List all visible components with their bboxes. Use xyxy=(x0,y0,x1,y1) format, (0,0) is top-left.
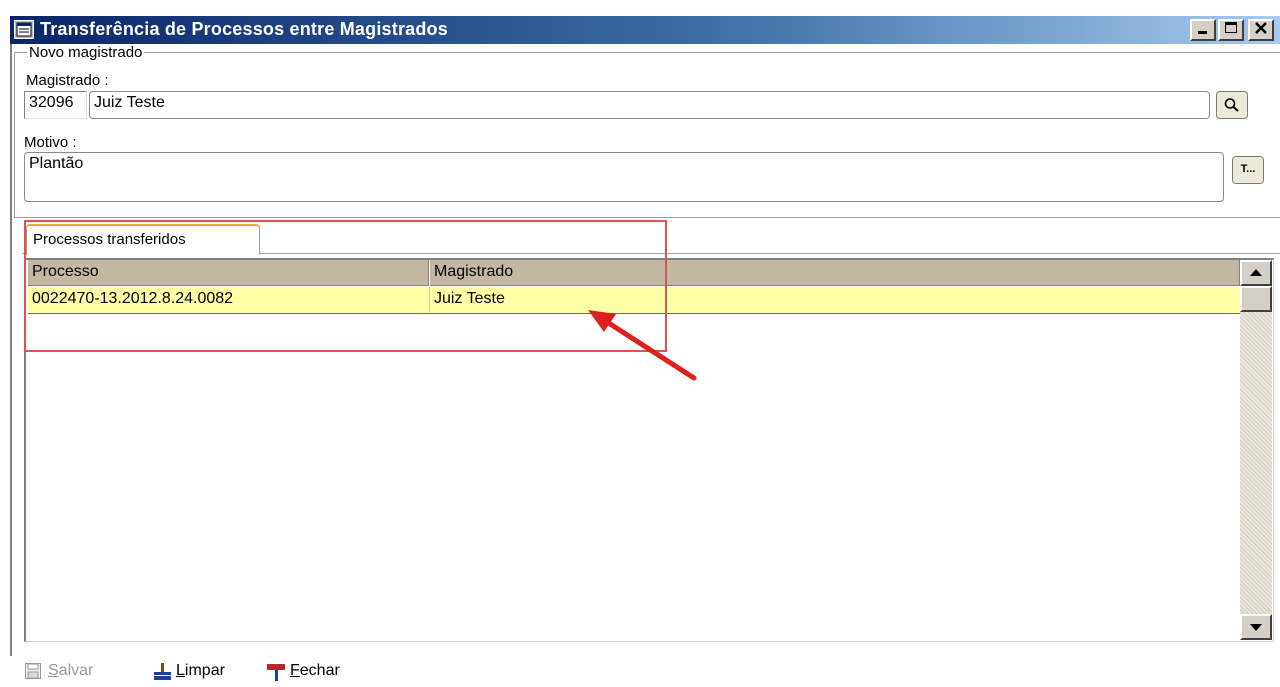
scroll-up-button[interactable] xyxy=(1240,260,1272,286)
text-editor-button[interactable]: T... xyxy=(1232,156,1264,184)
magistrado-name-field[interactable]: Juiz Teste xyxy=(89,91,1210,119)
window-title: Transferência de Processos entre Magistr… xyxy=(40,19,448,39)
motivo-label: Motivo : xyxy=(24,134,77,151)
magistrado-label: Magistrado : xyxy=(26,72,109,89)
scroll-down-button[interactable] xyxy=(1240,614,1272,640)
vertical-scrollbar[interactable] xyxy=(1240,260,1272,640)
close-button[interactable]: Fechar xyxy=(266,662,340,687)
save-label: Salvar xyxy=(48,662,94,679)
broom-icon xyxy=(154,663,171,680)
floppy-disk-icon xyxy=(25,663,41,679)
scroll-thumb[interactable] xyxy=(1240,286,1272,312)
close-icon xyxy=(1255,22,1267,34)
save-button[interactable]: Salvar xyxy=(24,662,93,685)
minimize-button[interactable] xyxy=(1190,19,1216,41)
close-label: Fechar xyxy=(290,662,340,679)
magistrado-code-field[interactable]: 32096 xyxy=(24,91,87,119)
annotation-highlight-box xyxy=(24,220,667,352)
app-window-icon xyxy=(14,20,34,39)
maximize-button[interactable] xyxy=(1218,19,1244,41)
magnifier-icon xyxy=(1224,98,1239,112)
arrow-down-icon xyxy=(1250,624,1262,631)
exit-sign-icon xyxy=(267,664,285,681)
search-magistrado-button[interactable] xyxy=(1216,91,1248,119)
close-window-button[interactable] xyxy=(1248,19,1274,41)
arrow-up-icon xyxy=(1250,269,1262,276)
motivo-textarea[interactable]: Plantão xyxy=(24,152,1224,202)
minimize-icon xyxy=(1198,31,1207,34)
window-titlebar[interactable]: Transferência de Processos entre Magistr… xyxy=(10,16,1280,44)
clear-button[interactable]: Limpar xyxy=(152,662,225,687)
clear-label: Limpar xyxy=(176,662,225,679)
annotation-arrow-icon xyxy=(588,310,697,381)
maximize-icon xyxy=(1225,22,1237,33)
novo-magistrado-legend: Novo magistrado xyxy=(29,44,143,61)
